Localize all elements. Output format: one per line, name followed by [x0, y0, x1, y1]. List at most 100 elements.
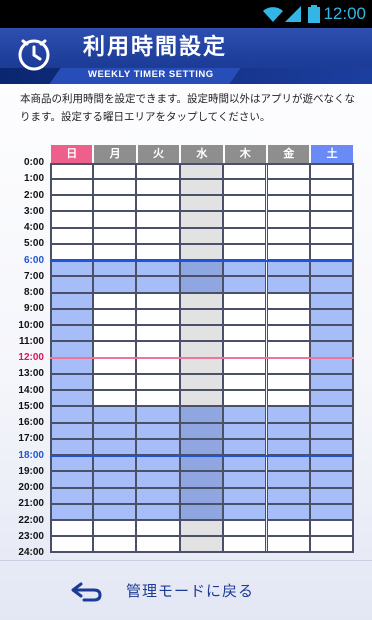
schedule-cell[interactable] — [223, 373, 267, 390]
schedule-cell[interactable] — [179, 438, 224, 455]
schedule-cell[interactable] — [179, 308, 224, 325]
schedule-cell[interactable] — [179, 227, 224, 244]
schedule-cell[interactable] — [49, 243, 93, 260]
schedule-cell[interactable] — [179, 520, 224, 537]
schedule-cell[interactable] — [136, 357, 180, 374]
schedule-cell[interactable] — [309, 438, 354, 455]
schedule-cell[interactable] — [266, 341, 310, 358]
schedule-cell[interactable] — [49, 325, 93, 342]
schedule-cell[interactable] — [92, 195, 137, 212]
schedule-cell[interactable] — [266, 195, 310, 212]
schedule-cell[interactable] — [223, 487, 267, 504]
schedule-cell[interactable] — [266, 422, 310, 439]
schedule-cell[interactable] — [136, 308, 180, 325]
schedule-cell[interactable] — [92, 292, 137, 309]
schedule-cell[interactable] — [309, 406, 354, 423]
schedule-cell[interactable] — [309, 292, 354, 309]
schedule-cell[interactable] — [223, 520, 267, 537]
schedule-cell[interactable] — [223, 455, 267, 472]
schedule-cell[interactable] — [49, 520, 93, 537]
schedule-cell[interactable] — [49, 195, 93, 212]
schedule-cell[interactable] — [179, 422, 224, 439]
day-header-6[interactable]: 土 — [311, 145, 353, 163]
schedule-cell[interactable] — [49, 406, 93, 423]
day-header-2[interactable]: 火 — [137, 145, 180, 163]
schedule-cell[interactable] — [179, 536, 224, 553]
schedule-cell[interactable] — [309, 211, 354, 228]
schedule-cell[interactable] — [266, 438, 310, 455]
schedule-cell[interactable] — [136, 276, 180, 293]
schedule-cell[interactable] — [179, 373, 224, 390]
schedule-cell[interactable] — [179, 390, 224, 407]
schedule-cell[interactable] — [92, 455, 137, 472]
schedule-cell[interactable] — [136, 178, 180, 195]
schedule-cell[interactable] — [49, 503, 93, 520]
schedule-cell[interactable] — [223, 260, 267, 277]
schedule-cell[interactable] — [223, 471, 267, 488]
schedule-cell[interactable] — [179, 195, 224, 212]
schedule-cell[interactable] — [92, 211, 137, 228]
schedule-cell[interactable] — [49, 292, 93, 309]
schedule-cell[interactable] — [309, 162, 354, 179]
schedule-cell[interactable] — [179, 503, 224, 520]
schedule-cell[interactable] — [266, 503, 310, 520]
schedule-cell[interactable] — [266, 308, 310, 325]
schedule-cell[interactable] — [309, 178, 354, 195]
schedule-cell[interactable] — [266, 243, 310, 260]
schedule-cell[interactable] — [179, 341, 224, 358]
schedule-cell[interactable] — [92, 422, 137, 439]
schedule-cell[interactable] — [266, 357, 310, 374]
schedule-cell[interactable] — [49, 178, 93, 195]
schedule-cell[interactable] — [136, 373, 180, 390]
schedule-cell[interactable] — [309, 373, 354, 390]
schedule-cell[interactable] — [92, 341, 137, 358]
schedule-cell[interactable] — [136, 162, 180, 179]
schedule-cell[interactable] — [309, 520, 354, 537]
schedule-cell[interactable] — [136, 325, 180, 342]
schedule-cell[interactable] — [266, 520, 310, 537]
schedule-cell[interactable] — [266, 406, 310, 423]
schedule-cell[interactable] — [223, 390, 267, 407]
schedule-cell[interactable] — [136, 390, 180, 407]
schedule-cell[interactable] — [179, 211, 224, 228]
schedule-cell[interactable] — [179, 243, 224, 260]
schedule-cell[interactable] — [223, 308, 267, 325]
schedule-cell[interactable] — [179, 406, 224, 423]
schedule-cell[interactable] — [92, 325, 137, 342]
schedule-cell[interactable] — [92, 520, 137, 537]
schedule-cell[interactable] — [309, 260, 354, 277]
schedule-cell[interactable] — [179, 292, 224, 309]
schedule-cell[interactable] — [49, 390, 93, 407]
schedule-cell[interactable] — [309, 487, 354, 504]
schedule-cell[interactable] — [266, 292, 310, 309]
schedule-cell[interactable] — [136, 292, 180, 309]
schedule-cell[interactable] — [309, 308, 354, 325]
schedule-cell[interactable] — [49, 162, 93, 179]
schedule-cell[interactable] — [92, 438, 137, 455]
schedule-cell[interactable] — [136, 471, 180, 488]
schedule-cell[interactable] — [92, 260, 137, 277]
day-header-5[interactable]: 金 — [268, 145, 310, 163]
schedule-cell[interactable] — [49, 276, 93, 293]
schedule-cell[interactable] — [49, 227, 93, 244]
schedule-cell[interactable] — [49, 260, 93, 277]
schedule-cell[interactable] — [92, 406, 137, 423]
schedule-cell[interactable] — [309, 325, 354, 342]
schedule-cell[interactable] — [309, 276, 354, 293]
schedule-cell[interactable] — [266, 276, 310, 293]
schedule-cell[interactable] — [49, 357, 93, 374]
schedule-cell[interactable] — [92, 308, 137, 325]
back-to-admin-button[interactable]: 管理モードに戻る — [60, 575, 320, 609]
schedule-cell[interactable] — [136, 536, 180, 553]
schedule-cell[interactable] — [266, 390, 310, 407]
schedule-cell[interactable] — [309, 357, 354, 374]
schedule-cell[interactable] — [309, 536, 354, 553]
schedule-cell[interactable] — [223, 243, 267, 260]
schedule-cell[interactable] — [266, 162, 310, 179]
schedule-cell[interactable] — [223, 195, 267, 212]
schedule-cell[interactable] — [49, 308, 93, 325]
schedule-cell[interactable] — [309, 390, 354, 407]
schedule-cell[interactable] — [223, 211, 267, 228]
schedule-cell[interactable] — [223, 536, 267, 553]
schedule-cell[interactable] — [49, 536, 93, 553]
